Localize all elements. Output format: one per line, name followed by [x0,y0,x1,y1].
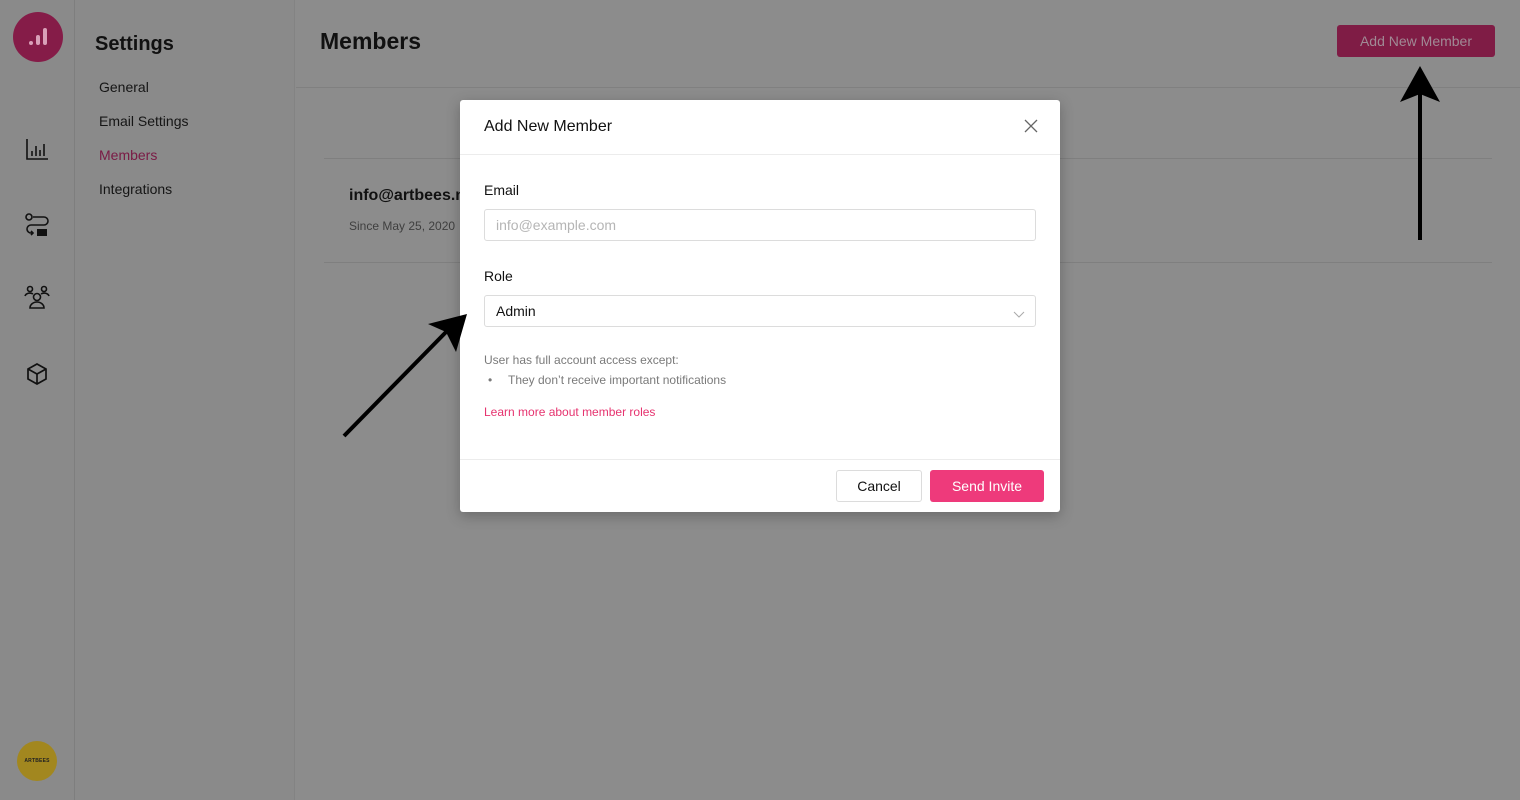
bar-chart-icon[interactable] [22,134,52,164]
email-input[interactable] [484,209,1036,241]
modal-header: Add New Member [460,100,1060,155]
cancel-button[interactable]: Cancel [836,470,922,502]
add-member-modal: Add New Member Email Role Admin User has… [460,100,1060,512]
avatar-text: ARTBEES [24,758,50,764]
send-invite-button[interactable]: Send Invite [930,470,1044,502]
role-description: User has full account access except: [484,353,679,367]
role-select-value: Admin [496,303,536,319]
team-icon[interactable] [22,282,52,312]
settings-nav-general[interactable]: General [99,79,149,95]
box-icon[interactable] [22,359,52,389]
icon-rail: ARTBEES [0,0,75,800]
settings-nav-members[interactable]: Members [99,147,157,163]
add-new-member-button[interactable]: Add New Member [1337,25,1495,57]
modal-footer: Cancel Send Invite [460,459,1060,512]
role-exception-item: They don’t receive important notificatio… [508,373,727,387]
learn-more-link[interactable]: Learn more about member roles [484,405,655,419]
member-since: Since May 25, 2020 [349,219,456,233]
account-avatar[interactable]: ARTBEES [17,741,57,781]
settings-title: Settings [95,33,174,55]
page-title: Members [320,28,421,54]
settings-sidebar: Settings General Email Settings Members … [75,0,295,800]
app-logo[interactable] [13,12,63,62]
settings-nav-integrations[interactable]: Integrations [99,181,172,197]
role-label: Role [484,268,513,284]
header-divider [296,87,1520,88]
chevron-down-icon [1013,306,1025,324]
modal-title: Add New Member [484,118,613,135]
analytics-logo-icon [29,28,47,45]
role-select[interactable]: Admin [484,295,1036,327]
settings-nav-email-settings[interactable]: Email Settings [99,113,188,129]
flow-icon[interactable] [22,210,52,240]
email-label: Email [484,182,520,198]
bullet-icon: • [488,373,493,387]
close-icon[interactable] [1024,119,1040,135]
